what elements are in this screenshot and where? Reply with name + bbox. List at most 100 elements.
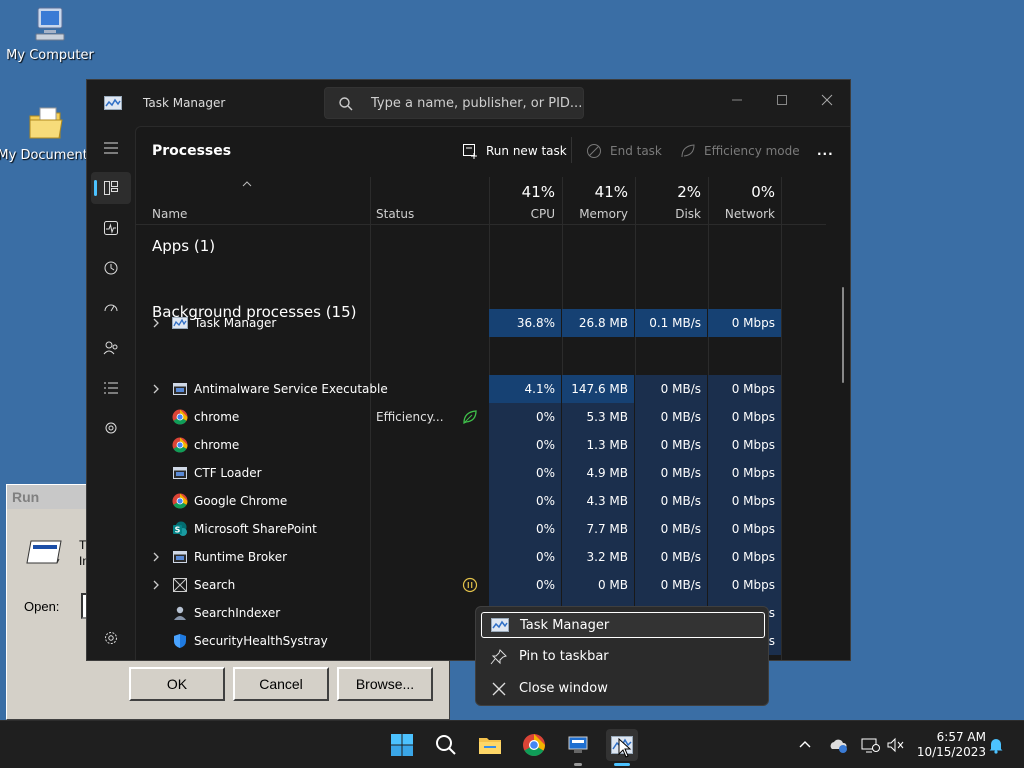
taskbar-context-menu: Task Manager Pin to taskbar Close window [475, 606, 769, 706]
mem-value: 4.3 MB [562, 487, 634, 515]
clock[interactable]: 6:57 AM 10/15/2023 [914, 730, 986, 760]
column-header-cpu[interactable]: 41% CPU [489, 177, 561, 225]
block-icon [587, 144, 601, 158]
mem-value: 0 MB [562, 571, 634, 599]
column-header-network[interactable]: 0% Network [708, 177, 781, 225]
details-list-icon [104, 382, 118, 394]
leaf-icon [681, 144, 695, 158]
browse-button[interactable]: Browse... [337, 667, 433, 701]
search-box[interactable]: Type a name, publisher, or PID... [324, 87, 584, 119]
start-button[interactable] [386, 729, 418, 761]
taskbar-chrome[interactable] [518, 729, 550, 761]
process-row[interactable]: Antimalware Service Executable 4.1% 147.6 … [136, 375, 781, 403]
task-manager-window: Task Manager Type a name, publisher, or … [86, 79, 851, 661]
column-divider [781, 177, 782, 660]
active-indicator [614, 763, 630, 766]
nav-item-performance[interactable] [91, 212, 131, 244]
taskbar-file-explorer[interactable] [474, 729, 506, 761]
column-header-name[interactable]: Name [152, 177, 352, 225]
disk-value: 0 MB/s [635, 459, 707, 487]
show-hidden-icons-button[interactable] [797, 736, 817, 754]
chevron-right-icon[interactable] [152, 383, 160, 397]
process-row[interactable]: Runtime Broker 0% 3.2 MB 0 MB/s 0 Mbps [136, 543, 781, 571]
notifications-button[interactable] [988, 736, 1008, 754]
process-row[interactable]: Google Chrome 0% 4.3 MB 0 MB/s 0 Mbps [136, 487, 781, 515]
menu-item-task-manager[interactable]: Task Manager [481, 612, 765, 638]
column-header-memory[interactable]: 41% Memory [562, 177, 634, 225]
more-options-button[interactable]: ... [817, 139, 834, 163]
my-computer-icon [30, 4, 70, 44]
disk-value: 0 MB/s [635, 403, 707, 431]
onedrive-tray-button[interactable] [828, 736, 848, 754]
desktop-icon-my-computer[interactable]: My Computer [0, 4, 100, 63]
process-name: Runtime Broker [194, 550, 288, 564]
chevron-right-icon[interactable] [152, 551, 160, 565]
pause-icon [462, 577, 478, 593]
mem-value: 5.3 MB [562, 403, 634, 431]
volume-tray-button[interactable] [886, 736, 906, 754]
network-icon [861, 738, 880, 753]
search-input[interactable]: Type a name, publisher, or PID... [371, 96, 582, 111]
process-row[interactable]: Search 0% 0 MB 0 MB/s 0 Mbps [136, 571, 781, 599]
net-value: 0 Mbps [708, 571, 781, 599]
process-name: chrome [194, 410, 240, 424]
process-row[interactable]: chrome 0% 1.3 MB 0 MB/s 0 Mbps [136, 431, 781, 459]
user-service-icon [172, 605, 188, 621]
chevron-right-icon[interactable] [152, 579, 160, 593]
processes-icon [104, 181, 118, 195]
nav-hamburger-button[interactable] [91, 132, 131, 164]
search-icon [436, 735, 456, 755]
nav-item-settings[interactable] [91, 622, 131, 654]
process-name: Google Chrome [194, 494, 288, 508]
nav-item-startup-apps[interactable] [91, 292, 131, 324]
menu-item-close-window[interactable]: Close window [481, 676, 765, 702]
window-title: Task Manager [143, 96, 226, 110]
hamburger-icon [104, 142, 118, 154]
nav-item-details[interactable] [91, 372, 131, 404]
title-bar[interactable]: Task Manager Type a name, publisher, or … [87, 80, 850, 126]
menu-item-pin-to-taskbar[interactable]: Pin to taskbar [481, 644, 765, 670]
network-tray-button[interactable] [860, 736, 880, 754]
disk-value: 0 MB/s [635, 487, 707, 515]
scrollbar-thumb[interactable] [842, 287, 844, 383]
speedometer-icon [104, 304, 118, 312]
disk-value: 0 MB/s [635, 543, 707, 571]
history-icon [104, 261, 118, 275]
minimize-button[interactable] [715, 86, 759, 114]
nav-item-app-history[interactable] [91, 252, 131, 284]
nav-item-users[interactable] [91, 332, 131, 364]
active-indicator [94, 180, 97, 196]
mem-value: 4.9 MB [562, 459, 634, 487]
cpu-value: 0% [489, 571, 561, 599]
taskbar-search-button[interactable] [430, 729, 462, 761]
cpu-value: 0% [489, 459, 561, 487]
efficiency-mode-button[interactable]: Efficiency mode [680, 139, 800, 163]
end-task-button[interactable]: End task [586, 139, 662, 163]
cpu-value: 0% [489, 543, 561, 571]
process-row[interactable]: CTF Loader 0% 4.9 MB 0 MB/s 0 Mbps [136, 459, 781, 487]
mouse-pointer-icon [618, 738, 632, 758]
nav-item-services[interactable] [91, 412, 131, 444]
cancel-button[interactable]: Cancel [233, 667, 329, 701]
process-row[interactable]: S Microsoft SharePoint 0% 7.7 MB 0 MB/s 0 Mbp… [136, 515, 781, 543]
folder-icon [26, 104, 66, 144]
cpu-value: 0% [489, 487, 561, 515]
sort-up-icon [242, 181, 252, 187]
chevron-up-icon [799, 741, 811, 748]
taskbar-run-program[interactable] [562, 729, 594, 761]
maximize-icon [777, 95, 787, 105]
process-row[interactable]: chrome Efficiency... 0% 5.3 MB 0 MB/s 0 Mbps [136, 403, 781, 431]
net-value: 0 Mbps [708, 375, 781, 403]
ok-button[interactable]: OK [129, 667, 225, 701]
desktop-icon-my-documents[interactable]: My Documents [0, 104, 96, 163]
nav-item-processes[interactable] [91, 172, 131, 204]
sharepoint-icon: S [172, 521, 188, 537]
column-header-status[interactable]: Status [376, 177, 486, 225]
run-new-task-button[interactable]: Run new task [462, 139, 567, 163]
column-header-disk[interactable]: 2% Disk [635, 177, 707, 225]
maximize-button[interactable] [760, 86, 804, 114]
close-button[interactable] [805, 86, 849, 114]
net-value: 0 Mbps [708, 487, 781, 515]
net-value: 0 Mbps [708, 459, 781, 487]
file-explorer-icon [479, 738, 501, 754]
